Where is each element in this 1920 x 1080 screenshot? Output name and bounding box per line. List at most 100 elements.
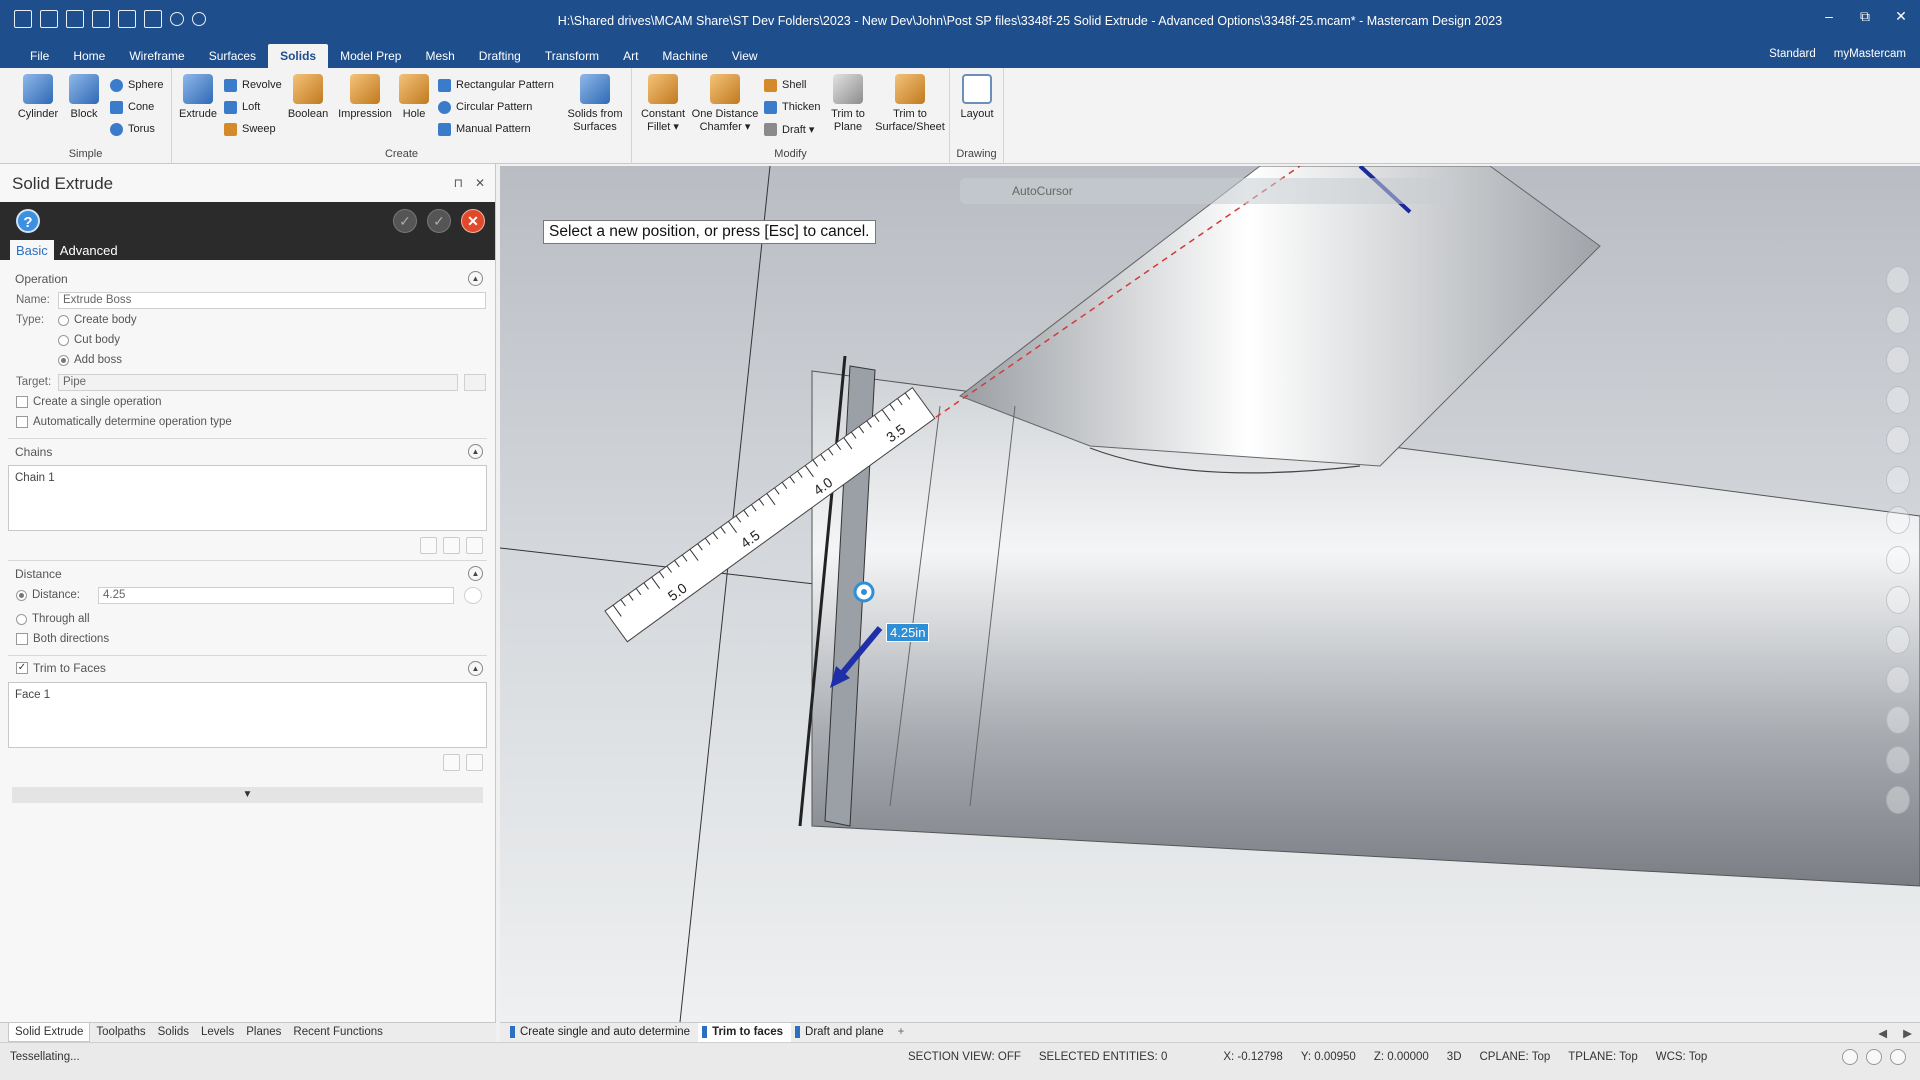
expand-panel-button[interactable]: ▼ xyxy=(12,787,483,803)
trim-to-plane-button[interactable]: Trim to Plane xyxy=(826,74,870,134)
view-sheet-tab[interactable]: Trim to faces xyxy=(698,1023,792,1042)
auto-type-checkbox[interactable] xyxy=(16,416,28,428)
redo-icon[interactable] xyxy=(192,12,206,26)
manager-tab-toolpaths[interactable]: Toolpaths xyxy=(90,1023,151,1042)
sweep-button[interactable]: Sweep xyxy=(224,120,276,138)
pin-icon[interactable] xyxy=(144,10,162,28)
collapse-icon[interactable]: ▲ xyxy=(468,661,483,676)
graphics-viewport[interactable]: 5.0 4.5 4.0 3.5 AutoCursor Select a new … xyxy=(500,166,1920,1022)
section-icon[interactable] xyxy=(1886,586,1910,614)
level-icon[interactable] xyxy=(1886,666,1910,694)
tab-art[interactable]: Art xyxy=(611,44,650,68)
save-icon[interactable] xyxy=(40,10,58,28)
distance-radio[interactable] xyxy=(16,589,27,601)
ok-button[interactable]: ✓ xyxy=(427,209,451,233)
collapse-icon[interactable]: ▲ xyxy=(468,566,483,581)
color-icon[interactable] xyxy=(1886,626,1910,654)
distance-input[interactable]: 4.25 xyxy=(98,586,454,604)
iso-view-icon[interactable] xyxy=(1886,546,1910,574)
one-distance-chamfer-button[interactable]: One Distance Chamfer ▾ xyxy=(690,74,760,134)
standard-dropdown[interactable]: Standard xyxy=(1769,48,1816,60)
pan-icon[interactable] xyxy=(1886,306,1910,334)
rectangular-pattern-button[interactable]: Rectangular Pattern xyxy=(438,76,554,94)
list-item[interactable]: Chain 1 xyxy=(15,472,480,484)
circular-pattern-button[interactable]: Circular Pattern xyxy=(438,98,532,116)
view-sheet-tab[interactable]: Create single and auto determine xyxy=(506,1023,698,1042)
single-op-checkbox[interactable] xyxy=(16,396,28,408)
save-as-icon[interactable] xyxy=(118,10,136,28)
print-icon[interactable] xyxy=(92,10,110,28)
distance-pick-icon[interactable] xyxy=(464,586,482,604)
manager-tab-levels[interactable]: Levels xyxy=(195,1023,240,1042)
cylinder-button[interactable]: Cylinder xyxy=(14,74,62,121)
trim-to-surface-button[interactable]: Trim to Surface/Sheet xyxy=(872,74,948,134)
tplane-status[interactable]: TPLANE: Top xyxy=(1568,1051,1637,1063)
solids-from-surfaces-button[interactable]: Solids from Surfaces xyxy=(562,74,628,134)
chains-header[interactable]: Chains ▲ xyxy=(8,439,487,463)
draft-button[interactable]: Draft ▾ xyxy=(764,120,814,138)
tab-basic[interactable]: Basic xyxy=(10,240,54,260)
name-field[interactable]: Extrude Boss xyxy=(58,291,486,309)
tab-mesh[interactable]: Mesh xyxy=(413,44,466,68)
mode-toggle[interactable]: 3D xyxy=(1447,1051,1462,1063)
z-coordinate[interactable]: Z: 0.00000 xyxy=(1374,1051,1429,1063)
material-icon[interactable] xyxy=(1890,1049,1906,1065)
operation-header[interactable]: Operation ▲ xyxy=(8,266,487,290)
view-sheet-tab[interactable]: Draft and plane xyxy=(791,1023,892,1042)
remove-face-icon[interactable] xyxy=(466,754,483,771)
boolean-button[interactable]: Boolean xyxy=(284,74,332,121)
tab-drafting[interactable]: Drafting xyxy=(467,44,533,68)
chains-list[interactable]: Chain 1 xyxy=(8,465,487,531)
extrude-button[interactable]: Extrude xyxy=(174,74,222,121)
rotate-icon[interactable] xyxy=(1886,346,1910,374)
target-select-icon[interactable] xyxy=(464,373,486,391)
cplane-status[interactable]: CPLANE: Top xyxy=(1480,1051,1551,1063)
block-button[interactable]: Block xyxy=(60,74,108,121)
target-field[interactable]: Pipe xyxy=(58,373,458,391)
restore-button[interactable]: ⧉ xyxy=(1858,8,1872,25)
trim-header[interactable]: ✓ Trim to Faces ▲ xyxy=(8,656,487,680)
tab-home[interactable]: Home xyxy=(61,44,117,68)
open-icon[interactable] xyxy=(66,10,84,28)
add-view-sheet-button[interactable]: + xyxy=(892,1023,911,1042)
collapse-icon[interactable]: ▲ xyxy=(468,271,483,286)
pin-panel-button[interactable]: ⊓ xyxy=(454,176,463,190)
tab-model-prep[interactable]: Model Prep xyxy=(328,44,413,68)
help-button[interactable]: ? xyxy=(16,209,40,233)
minimize-button[interactable]: – xyxy=(1822,8,1836,25)
measure-icon[interactable] xyxy=(1886,466,1910,494)
manager-tab-solid-extrude[interactable]: Solid Extrude xyxy=(8,1023,91,1042)
faces-list[interactable]: Face 1 xyxy=(8,682,487,748)
loft-button[interactable]: Loft xyxy=(224,98,260,116)
autocursor-label[interactable]: AutoCursor xyxy=(1012,184,1073,198)
wireframe-icon[interactable] xyxy=(1842,1049,1858,1065)
layout-button[interactable]: Layout xyxy=(953,74,1001,121)
add-chain-icon[interactable] xyxy=(443,537,460,554)
tab-surfaces[interactable]: Surfaces xyxy=(197,44,268,68)
selected-entities-status[interactable]: SELECTED ENTITIES: 0 xyxy=(1039,1051,1167,1063)
collapse-icon[interactable]: ▲ xyxy=(468,444,483,459)
section-view-status[interactable]: SECTION VIEW: OFF xyxy=(908,1051,1021,1063)
trim-to-faces-checkbox[interactable]: ✓ xyxy=(16,662,28,674)
cancel-button[interactable]: ✕ xyxy=(461,209,485,233)
close-window-button[interactable]: ✕ xyxy=(1894,8,1908,25)
tab-view[interactable]: View xyxy=(720,44,770,68)
list-item[interactable]: Face 1 xyxy=(15,689,480,701)
autocursor-toolbar[interactable]: AutoCursor xyxy=(960,178,1454,204)
reverse-chain-icon[interactable] xyxy=(420,537,437,554)
tab-transform[interactable]: Transform xyxy=(533,44,611,68)
manager-tab-recent-functions[interactable]: Recent Functions xyxy=(287,1023,389,1042)
wcs-status[interactable]: WCS: Top xyxy=(1656,1051,1708,1063)
both-directions-checkbox[interactable] xyxy=(16,633,28,645)
zoom-icon[interactable] xyxy=(1886,266,1910,294)
settings-icon[interactable] xyxy=(1886,786,1910,814)
next-sheet-button[interactable]: ▶ xyxy=(1903,1026,1912,1040)
undo-icon[interactable] xyxy=(170,12,184,26)
manual-pattern-button[interactable]: Manual Pattern xyxy=(438,120,531,138)
torus-button[interactable]: Torus xyxy=(110,120,155,138)
shell-button[interactable]: Shell xyxy=(764,76,806,94)
tab-wireframe[interactable]: Wireframe xyxy=(117,44,196,68)
manager-tab-planes[interactable]: Planes xyxy=(240,1023,287,1042)
new-file-icon[interactable] xyxy=(14,10,32,28)
view-icon[interactable] xyxy=(1886,426,1910,454)
